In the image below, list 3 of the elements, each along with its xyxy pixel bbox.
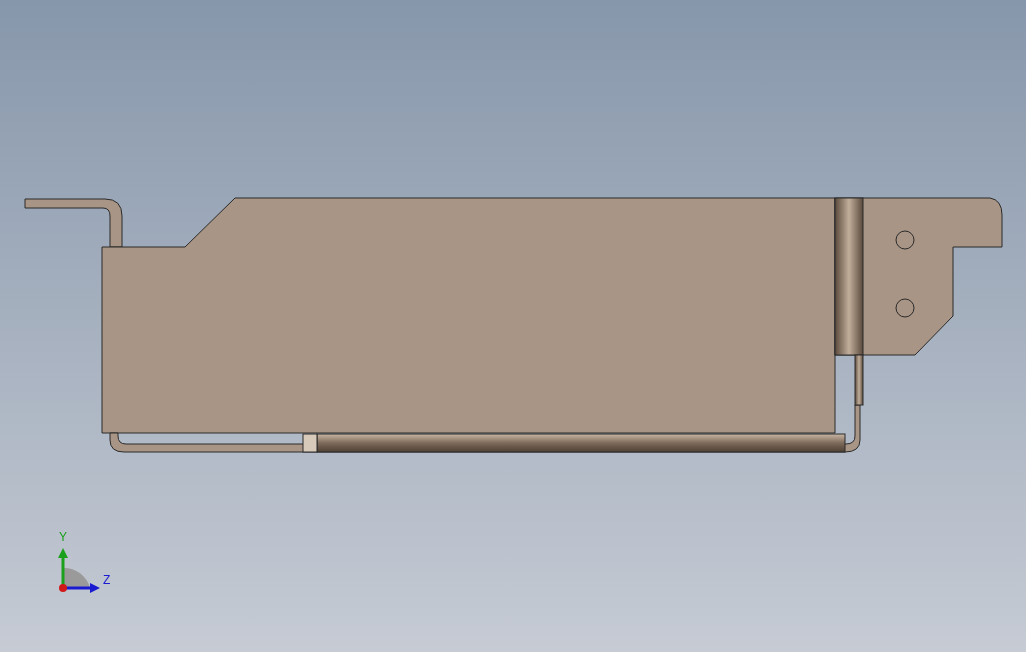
axis-label: Y: [59, 531, 67, 543]
axis-triad-icon: [58, 548, 100, 593]
axis-label: Z: [103, 574, 111, 586]
